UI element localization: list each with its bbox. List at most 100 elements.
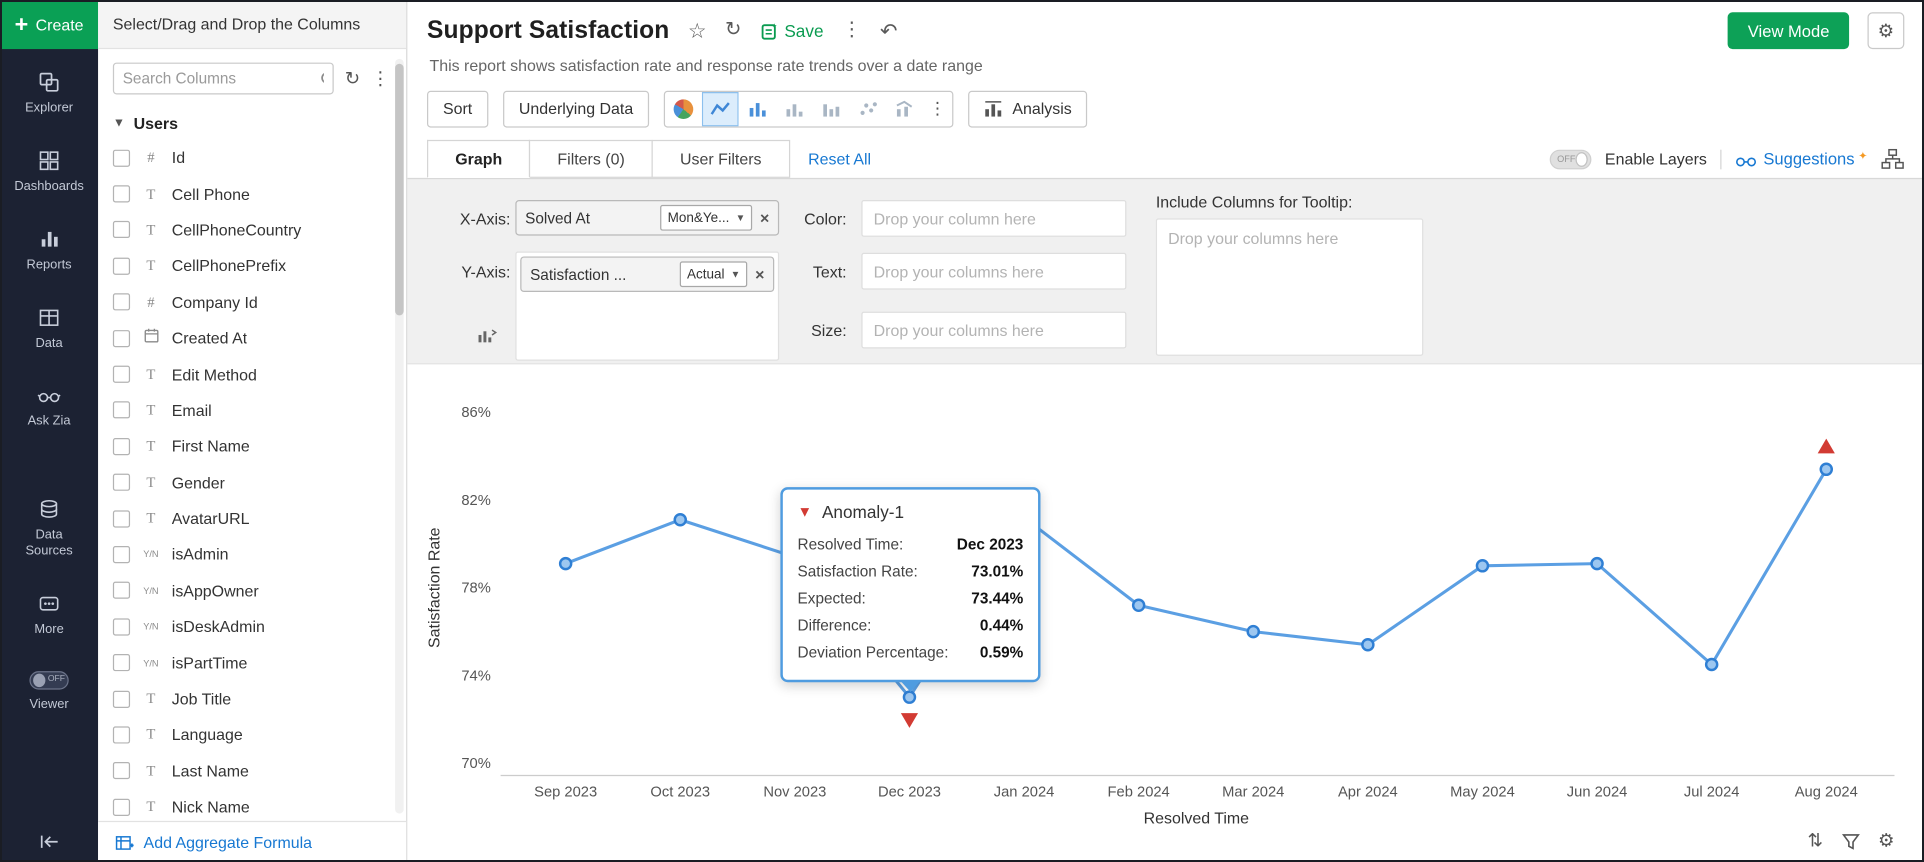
stacked-bar-chart-type-icon[interactable]: [776, 91, 813, 125]
column-item[interactable]: Y/NisAppOwner: [98, 573, 406, 609]
favorite-star-icon[interactable]: ☆: [688, 20, 707, 41]
column-checkbox[interactable]: [113, 582, 130, 599]
column-checkbox[interactable]: [113, 402, 130, 419]
column-item[interactable]: TEmail: [98, 392, 406, 428]
column-checkbox[interactable]: [113, 726, 130, 743]
column-checkbox[interactable]: [113, 149, 130, 166]
text-type-icon: T: [141, 690, 161, 708]
column-checkbox[interactable]: [113, 546, 130, 563]
column-checkbox[interactable]: [113, 618, 130, 635]
sort-data-icon[interactable]: ⇅: [1807, 832, 1822, 850]
remove-y-column-icon[interactable]: ×: [755, 265, 764, 283]
remove-x-column-icon[interactable]: ×: [760, 209, 769, 227]
view-mode-button[interactable]: View Mode: [1728, 12, 1849, 49]
nav-item-reports[interactable]: Reports: [0, 229, 98, 275]
sort-button[interactable]: Sort: [427, 90, 488, 127]
refresh-report-icon[interactable]: ↻: [725, 21, 741, 41]
save-button[interactable]: Save: [760, 21, 824, 41]
column-item[interactable]: TLanguage: [98, 717, 406, 753]
analysis-button[interactable]: Analysis: [968, 90, 1088, 127]
search-box[interactable]: [113, 63, 334, 95]
collapse-rail-button[interactable]: [0, 833, 98, 850]
column-item[interactable]: TEdit Method: [98, 356, 406, 392]
column-item[interactable]: Y/NisDeskAdmin: [98, 609, 406, 645]
column-checkbox[interactable]: [113, 798, 130, 815]
bar-chart-type-icon[interactable]: [739, 91, 776, 125]
nav-item-explorer[interactable]: Explorer: [0, 71, 98, 117]
x-axis-column-chip[interactable]: Solved At Mon&Ye... ▼ ×: [515, 200, 779, 236]
filter-funnel-icon[interactable]: [1841, 833, 1859, 850]
color-drop-input[interactable]: [861, 200, 1126, 237]
table-group-users[interactable]: ▼ Users: [98, 102, 406, 138]
column-item[interactable]: Y/NisAdmin: [98, 537, 406, 573]
suggestions-button[interactable]: Suggestions ✦: [1735, 149, 1867, 169]
text-drop-input[interactable]: [861, 253, 1126, 290]
column-item[interactable]: TCellPhoneCountry: [98, 212, 406, 248]
column-item[interactable]: TFirst Name: [98, 428, 406, 464]
color-label: Color:: [775, 210, 846, 228]
nav-item-viewer[interactable]: OFF Viewer: [0, 671, 98, 713]
column-item[interactable]: Y/NisPartTime: [98, 645, 406, 681]
tab-filters[interactable]: Filters (0): [529, 140, 653, 178]
x-axis-aggregation-select[interactable]: Mon&Ye... ▼: [660, 205, 752, 231]
column-item[interactable]: TJob Title: [98, 681, 406, 717]
column-checkbox[interactable]: [113, 294, 130, 311]
report-settings-button[interactable]: ⚙: [1867, 12, 1904, 49]
tab-graph[interactable]: Graph: [427, 140, 530, 178]
chart-settings-gear-icon[interactable]: ⚙: [1878, 832, 1895, 850]
column-item[interactable]: Created At: [98, 320, 406, 356]
tooltip-columns-drop-zone[interactable]: Drop your columns here: [1156, 218, 1423, 355]
hierarchy-view-icon[interactable]: [1881, 148, 1904, 169]
enable-layers-toggle[interactable]: OFF: [1550, 149, 1592, 169]
column-checkbox[interactable]: [113, 366, 130, 383]
column-checkbox[interactable]: [113, 221, 130, 238]
nav-item-ask-zia[interactable]: Ask Zia: [0, 386, 98, 429]
column-item[interactable]: TNick Name: [98, 789, 406, 821]
underlying-data-button[interactable]: Underlying Data: [503, 90, 649, 127]
y-axis-drop-zone[interactable]: Satisfaction ... Actual ▼ ×: [515, 252, 779, 361]
scatter-chart-type-icon[interactable]: [849, 91, 886, 125]
column-checkbox[interactable]: [113, 654, 130, 671]
column-item[interactable]: #Id: [98, 140, 406, 176]
column-checkbox[interactable]: [113, 690, 130, 707]
nav-item-data-sources[interactable]: Data Sources: [0, 498, 98, 560]
satisfaction-line-chart[interactable]: 86%82%78%74%70%Sep 2023Oct 2023Nov 2023D…: [407, 364, 1924, 858]
nav-item-data[interactable]: Data: [0, 307, 98, 353]
column-checkbox[interactable]: [113, 474, 130, 491]
column-checkbox[interactable]: [113, 438, 130, 455]
reset-all-link[interactable]: Reset All: [808, 150, 871, 168]
search-input[interactable]: [123, 70, 321, 87]
column-item[interactable]: TGender: [98, 464, 406, 500]
y-axis-aggregation-select[interactable]: Actual ▼: [680, 261, 748, 287]
column-item[interactable]: TCellPhonePrefix: [98, 248, 406, 284]
column-item[interactable]: #Company Id: [98, 284, 406, 320]
column-chart-type-icon[interactable]: [812, 91, 849, 125]
combo-chart-type-icon[interactable]: [886, 91, 923, 125]
pie-chart-type-icon[interactable]: [665, 91, 702, 125]
column-checkbox[interactable]: [113, 257, 130, 274]
create-button[interactable]: + Create: [0, 0, 98, 49]
undo-icon[interactable]: ↶: [880, 20, 897, 41]
nav-item-dashboards[interactable]: Dashboards: [0, 150, 98, 196]
add-aggregate-formula-link[interactable]: Add Aggregate Formula: [98, 821, 406, 862]
viewer-off-toggle[interactable]: OFF: [29, 671, 68, 689]
y-axis-column-chip[interactable]: Satisfaction ... Actual ▼ ×: [520, 256, 774, 292]
axis-settings-icon[interactable]: [476, 326, 498, 352]
column-item[interactable]: TCell Phone: [98, 176, 406, 212]
tab-user-filters[interactable]: User Filters: [652, 140, 790, 178]
column-checkbox[interactable]: [113, 185, 130, 202]
column-item[interactable]: TAvatarURL: [98, 501, 406, 537]
columns-menu-icon[interactable]: ⋮: [371, 69, 389, 87]
nav-item-more[interactable]: More: [0, 592, 98, 638]
report-menu-icon[interactable]: ⋮: [842, 21, 862, 41]
column-checkbox[interactable]: [113, 510, 130, 527]
refresh-columns-icon[interactable]: ↻: [345, 69, 360, 87]
svg-text:70%: 70%: [461, 756, 490, 772]
line-chart-type-icon[interactable]: [702, 91, 739, 125]
columns-scrollbar-thumb[interactable]: [395, 64, 404, 316]
column-checkbox[interactable]: [113, 762, 130, 779]
column-checkbox[interactable]: [113, 330, 130, 347]
size-drop-input[interactable]: [861, 312, 1126, 349]
column-item[interactable]: TLast Name: [98, 753, 406, 789]
more-chart-types-icon[interactable]: ⋮: [923, 91, 952, 125]
